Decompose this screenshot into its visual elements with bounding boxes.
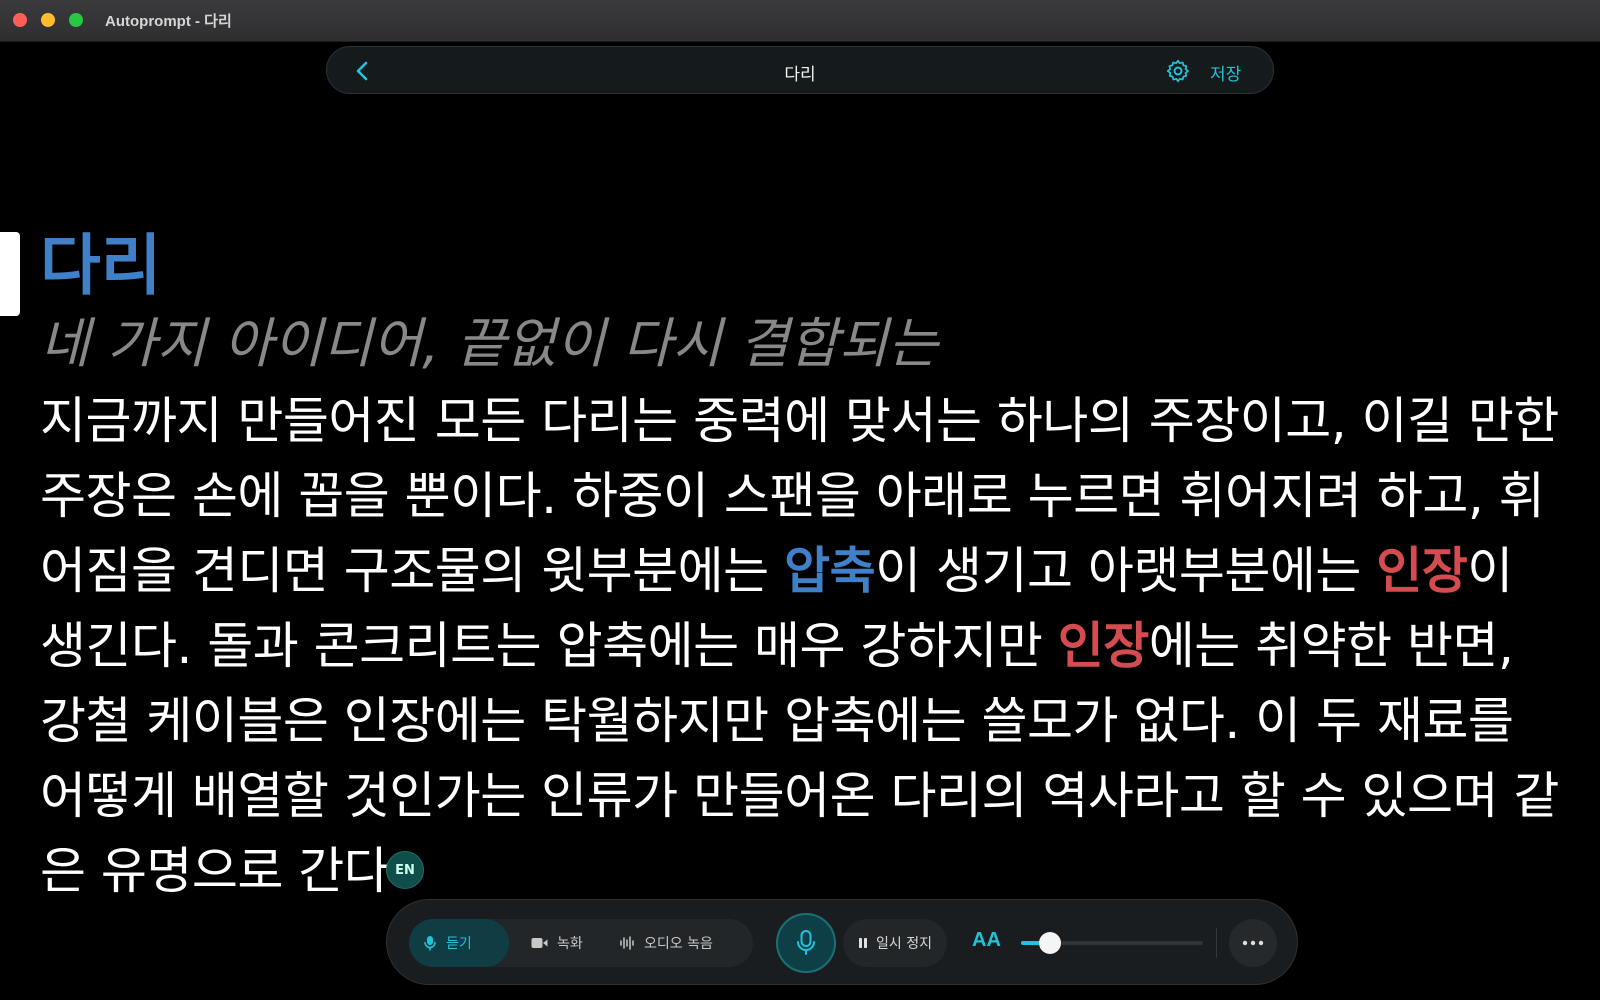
highlight-compression: 압축 xyxy=(784,542,876,600)
font-size-icon: AA xyxy=(972,929,1001,951)
pause-icon xyxy=(859,938,867,948)
mode-record-button[interactable]: 녹화 xyxy=(517,919,597,967)
script-text: 이 생기고 아랫부분에는 xyxy=(875,542,1377,600)
close-window-button[interactable] xyxy=(13,13,27,27)
font-size-slider[interactable] xyxy=(1021,932,1203,954)
microphone-button[interactable] xyxy=(776,913,836,973)
gear-icon xyxy=(1166,59,1189,83)
script-heading: 다리 xyxy=(40,227,162,304)
script-body: 지금까지 만들어진 모든 다리는 중력에 맞서는 하나의 주장이고, 이길 만한… xyxy=(40,384,1560,909)
mode-record-label: 녹화 xyxy=(557,936,583,952)
mode-audio-label: 오디오 녹음 xyxy=(644,936,713,952)
mode-listen-label: 듣기 xyxy=(446,936,472,952)
settings-button[interactable] xyxy=(1165,58,1191,84)
document-header: 다리 저장 xyxy=(326,46,1274,94)
window-titlebar: Autoprompt - 다리 xyxy=(0,0,1600,42)
save-button[interactable]: 저장 xyxy=(1210,60,1241,85)
script-text: 간다 xyxy=(298,842,390,900)
control-bar: 듣기 녹화 오디오 녹음 일시 정지 AA xyxy=(386,899,1298,985)
zoom-window-button[interactable] xyxy=(69,13,83,27)
more-options-button[interactable] xyxy=(1229,919,1277,967)
pause-button[interactable]: 일시 정지 xyxy=(843,919,947,967)
highlight-tension: 인장 xyxy=(1376,542,1468,600)
script-content: 다리 네 가지 아이디어, 끝없이 다시 결합되는 지금까지 만들어진 모든 다… xyxy=(40,224,1560,909)
window-title: Autoprompt - 다리 xyxy=(105,13,232,30)
minimize-window-button[interactable] xyxy=(41,13,55,27)
highlight-tension: 인장 xyxy=(1057,617,1150,675)
script-subtitle: 네 가지 아이디어, 끝없이 다시 결합되는 xyxy=(40,312,938,375)
font-size-slider-thumb[interactable] xyxy=(1039,932,1062,954)
document-title: 다리 xyxy=(784,65,816,85)
mode-audio-button[interactable]: 오디오 녹음 xyxy=(605,919,753,967)
ellipsis-icon xyxy=(1242,940,1264,946)
waveform-icon xyxy=(620,936,634,950)
mic-icon xyxy=(424,936,436,951)
mode-selector: 듣기 녹화 오디오 녹음 xyxy=(409,919,753,967)
mode-listen-button[interactable]: 듣기 xyxy=(409,919,509,967)
language-badge[interactable]: EN xyxy=(386,851,424,889)
divider xyxy=(1216,928,1217,958)
mic-icon xyxy=(797,930,815,955)
video-icon xyxy=(531,938,548,948)
reading-position-marker[interactable] xyxy=(0,232,20,316)
pause-label: 일시 정지 xyxy=(876,936,932,952)
